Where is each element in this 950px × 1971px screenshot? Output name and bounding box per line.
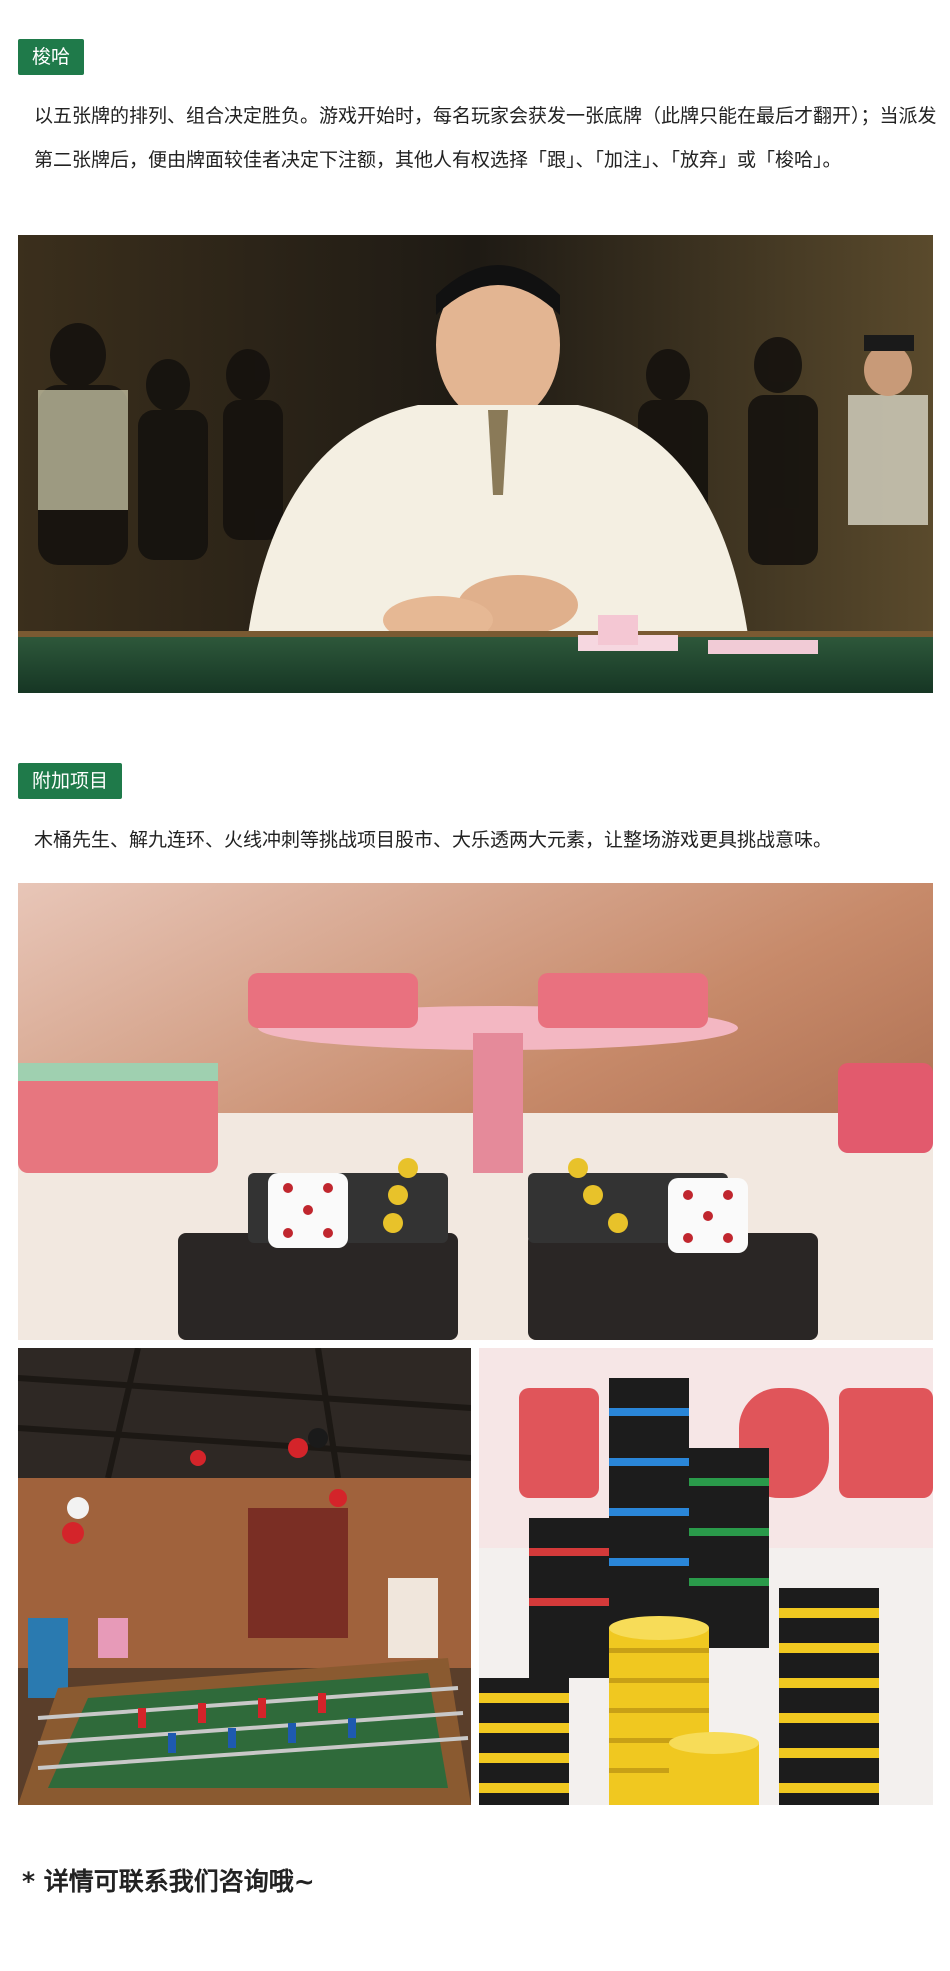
contact-note: * 详情可联系我们咨询哦~ xyxy=(22,1867,315,1896)
game-room-photo xyxy=(18,1348,471,1805)
dice-dessert-photo xyxy=(18,883,933,1340)
section-tag-showhand: 梭哈 xyxy=(18,39,85,75)
section-text-extras: 木桶先生、解九连环、火线冲刺等挑战项目股市、大乐透两大元素，让整场游戏更具挑战意… xyxy=(34,829,833,851)
poker-chips-photo xyxy=(479,1348,933,1805)
gambler-at-table-photo xyxy=(18,235,933,693)
section-tag-extras: 附加项目 xyxy=(18,763,123,799)
section-text-showhand: 以五张牌的排列、组合决定胜负。游戏开始时，每名玩家会获发一张底牌（此牌只能在最后… xyxy=(34,105,937,171)
